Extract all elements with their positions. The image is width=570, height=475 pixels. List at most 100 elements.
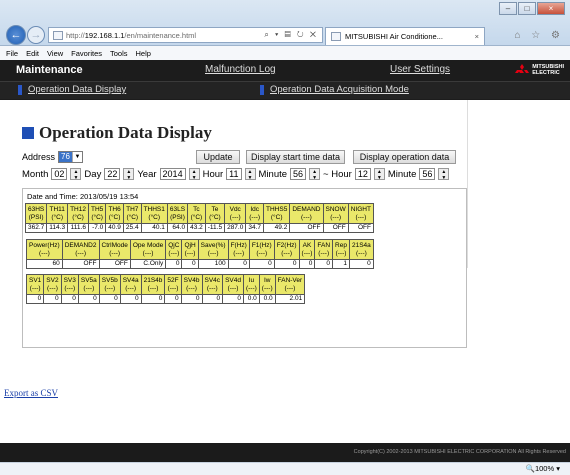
table-header-cell: 21S4b (---)	[140, 274, 166, 295]
browser-tab[interactable]: MITSUBISHI Air Conditione... ×	[325, 27, 485, 45]
address-value: 76	[59, 152, 72, 162]
table-header-cell: FAN (---)	[314, 239, 334, 260]
table-header-cell: SV1 (---)	[25, 274, 45, 295]
spinner-arrows-icon[interactable]: ▲ ▼	[438, 168, 450, 181]
forward-button[interactable]: →	[27, 26, 45, 44]
chevron-down-icon: ▼	[71, 152, 82, 162]
hour-spinner[interactable]: 11 ▲ ▼	[226, 168, 256, 181]
spinner-arrows-icon[interactable]: ▲ ▼	[373, 168, 385, 181]
table-header-cell: SV2 (---)	[43, 274, 62, 295]
operation-data-panel: Date and Time: 2013/05/19 13:54 63HS (PS…	[22, 188, 467, 348]
table-header-cell: SV4a (---)	[119, 274, 142, 295]
table-cell: 40.9	[105, 223, 124, 233]
date-and-time: Date and Time: 2013/05/19 13:54	[27, 192, 139, 201]
table-header-cell: Rep (---)	[332, 239, 350, 260]
table-header-cell: TH11 (°C)	[46, 203, 69, 224]
back-arrow-icon: ←	[10, 29, 22, 41]
minute-value: 56	[290, 168, 307, 180]
table-cell: 0	[60, 294, 79, 304]
browser-titlebar: ← → http://192.168.1.1/en/maintenance.ht…	[0, 0, 570, 46]
url-path: /en/maintenance.html	[124, 30, 197, 40]
address-bar[interactable]: http://192.168.1.1/en/maintenance.html ⌕…	[48, 27, 323, 43]
spinner-arrows-icon[interactable]: ▲ ▼	[309, 168, 321, 181]
table-cell: 0	[314, 259, 334, 269]
table-cell: 111.6	[67, 223, 89, 233]
hour2-spinner[interactable]: 12 ▲ ▼	[354, 168, 385, 181]
table-cell: OFF	[289, 223, 324, 233]
close-window-button[interactable]: ×	[537, 2, 565, 15]
table-cell: 34.7	[245, 223, 265, 233]
table-cell: OFF	[322, 223, 349, 233]
year-spinner[interactable]: 2014 ▲ ▼	[159, 168, 200, 181]
browser-tool-icons[interactable]: ⌂ ☆ ⚙	[514, 30, 564, 41]
spinner-arrows-icon[interactable]: ▲ ▼	[70, 168, 82, 181]
menu-view[interactable]: View	[47, 49, 63, 58]
table-cell: OFF	[61, 259, 100, 269]
nav-malfunction-log[interactable]: Malfunction Log	[205, 64, 276, 82]
zoom-level[interactable]: 🔍100% ▾	[526, 464, 560, 473]
table-header-cell: SNOW (---)	[322, 203, 349, 224]
address-select[interactable]: 76 ▼	[58, 151, 83, 163]
table-header-cell: QjH (---)	[181, 239, 199, 260]
table-header-cell: NIGHT (---)	[347, 203, 374, 224]
nav-user-settings[interactable]: User Settings	[390, 64, 450, 82]
day-spinner[interactable]: 22 ▲ ▼	[104, 168, 135, 181]
table-cell: 60	[26, 259, 63, 269]
table-header-cell: 21S4a (---)	[348, 239, 374, 260]
url-host: 192.168.1.1	[84, 30, 125, 40]
month-spinner[interactable]: 02 ▲ ▼	[51, 168, 82, 181]
table-row: 362.7 114.3 111.6 -7.0 40.9 25.4 40.1 64.0 43.2-…	[24, 223, 374, 233]
table-cell: 0	[164, 294, 182, 304]
table-header-cell: Te (°C)	[204, 203, 226, 224]
table-cell: 0	[273, 259, 300, 269]
spinner-arrows-icon[interactable]: ▲ ▼	[123, 168, 135, 181]
table-cell: 0	[222, 294, 244, 304]
operation-table-1: 63HS (PSI) TH11 (°C) TH12 (°C) TH5 (°C) TH6 …	[24, 203, 374, 233]
operation-table-2: Power(Hz) (---) DEMAND2 (---) CtrlMode (--…	[26, 239, 374, 269]
table-header-cell: Iw (---)	[258, 274, 276, 295]
hour2-label: Hour	[331, 168, 352, 180]
display-start-time-button[interactable]: Display start time data	[246, 150, 345, 164]
maximize-button[interactable]: □	[518, 2, 536, 15]
table-header-row: SV1 (---) SV2 (---) SV3 (---) SV5a (---) SV5…	[25, 274, 306, 295]
table-cell: 49.2	[263, 223, 291, 233]
mitsubishi-diamonds-icon	[515, 64, 530, 73]
spinner-arrows-icon[interactable]: ▲ ▼	[188, 168, 200, 181]
table-cell: C.Only	[129, 259, 167, 269]
tab-title: MITSUBISHI Air Conditione...	[345, 32, 443, 41]
address-url: http://192.168.1.1/en/maintenance.html	[66, 31, 196, 40]
minute2-spinner[interactable]: 56 ▲ ▼	[419, 168, 450, 181]
address-row: Address 76 ▼	[22, 151, 83, 163]
subnav-operation-data-display[interactable]: Operation Data Display	[17, 84, 126, 95]
table-header-cell: SV5a (---)	[77, 274, 100, 295]
export-csv-link[interactable]: Export as CSV	[4, 388, 58, 398]
menu-edit[interactable]: Edit	[26, 49, 39, 58]
table-header-cell: SV4c (---)	[201, 274, 224, 295]
minute-spinner[interactable]: 56 ▲ ▼	[290, 168, 321, 181]
table-cell: 0	[98, 294, 121, 304]
menu-bar: File Edit View Favorites Tools Help	[0, 46, 570, 60]
table-cell: 25.4	[122, 223, 142, 233]
menu-tools[interactable]: Tools	[110, 49, 128, 58]
subnav-operation-data-acquisition[interactable]: Operation Data Acquisition Mode	[260, 84, 409, 95]
table-header-cell: Vdc (---)	[224, 203, 247, 224]
display-operation-data-button[interactable]: Display operation data	[353, 150, 456, 164]
brand-maintenance[interactable]: Maintenance	[16, 64, 83, 82]
table-header-cell: 63HS (PSI)	[24, 203, 48, 224]
minimize-button[interactable]: –	[499, 2, 517, 15]
table-cell: 100	[197, 259, 229, 269]
table-header-cell: F2(Hz) (---)	[273, 239, 300, 260]
address-label: Address	[22, 152, 56, 162]
address-tools[interactable]: ⌕ ▾ ▤ ↻ ✕	[264, 30, 318, 40]
tab-close-icon[interactable]: ×	[475, 32, 479, 41]
back-button[interactable]: ←	[6, 25, 26, 45]
menu-help[interactable]: Help	[136, 49, 151, 58]
menu-file[interactable]: File	[6, 49, 18, 58]
update-button[interactable]: Update	[196, 150, 240, 164]
table-header-cell: TH5 (°C)	[87, 203, 107, 224]
spinner-arrows-icon[interactable]: ▲ ▼	[244, 168, 256, 181]
table-header-cell: DEMAND (---)	[289, 203, 324, 224]
table-cell: 0	[25, 294, 45, 304]
menu-favorites[interactable]: Favorites	[71, 49, 102, 58]
table-cell: -7.0	[87, 223, 107, 233]
